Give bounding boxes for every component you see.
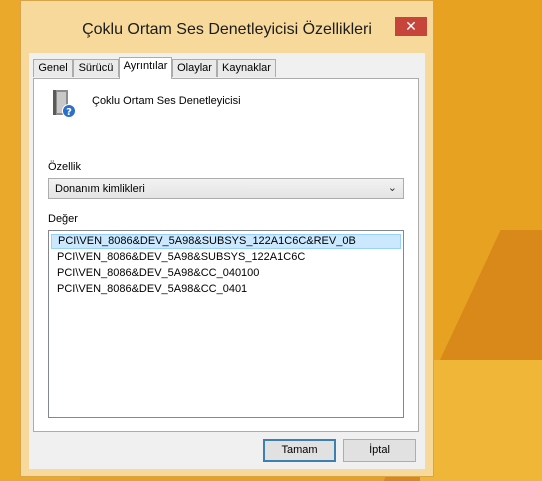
value-listbox[interactable]: PCI\VEN_8086&DEV_5A98&SUBSYS_122A1C6C&RE…: [48, 230, 404, 418]
tab-genel[interactable]: Genel: [33, 59, 73, 77]
dialog-client: Genel Sürücü Ayrıntılar Olaylar Kaynakla…: [29, 53, 425, 469]
tab-ayrintilar[interactable]: Ayrıntılar: [119, 57, 172, 79]
properties-dialog: Çoklu Ortam Ses Denetleyicisi Özellikler…: [20, 0, 434, 477]
property-dropdown[interactable]: Donanım kimlikleri ⌄: [48, 178, 404, 199]
cancel-button[interactable]: İptal: [343, 439, 416, 462]
device-name: Çoklu Ortam Ses Denetleyicisi: [92, 95, 241, 107]
ok-button[interactable]: Tamam: [263, 439, 336, 462]
speaker-question-icon: ?: [53, 90, 76, 118]
list-item[interactable]: PCI\VEN_8086&DEV_5A98&CC_040100: [51, 266, 401, 281]
title-bar[interactable]: Çoklu Ortam Ses Denetleyicisi Özellikler…: [21, 1, 433, 52]
property-selected-value: Donanım kimlikleri: [55, 183, 145, 195]
value-label: Değer: [48, 213, 78, 225]
chevron-down-icon: ⌄: [387, 182, 397, 194]
tab-kaynaklar[interactable]: Kaynaklar: [217, 59, 276, 77]
list-item[interactable]: PCI\VEN_8086&DEV_5A98&CC_0401: [51, 282, 401, 297]
svg-text:?: ?: [66, 107, 72, 118]
list-item[interactable]: PCI\VEN_8086&DEV_5A98&SUBSYS_122A1C6C&RE…: [51, 234, 401, 249]
property-label: Özellik: [48, 161, 82, 173]
list-item[interactable]: PCI\VEN_8086&DEV_5A98&SUBSYS_122A1C6C: [51, 250, 401, 265]
close-icon: ✕: [405, 18, 417, 34]
window-title: Çoklu Ortam Ses Denetleyicisi Özellikler…: [82, 21, 372, 38]
details-panel: ? Çoklu Ortam Ses Denetleyicisi Özellik …: [33, 78, 419, 432]
close-button[interactable]: ✕: [395, 17, 427, 36]
wallpaper-shape: [420, 360, 542, 481]
tab-olaylar[interactable]: Olaylar: [172, 59, 217, 77]
tab-surucu[interactable]: Sürücü: [73, 59, 119, 77]
